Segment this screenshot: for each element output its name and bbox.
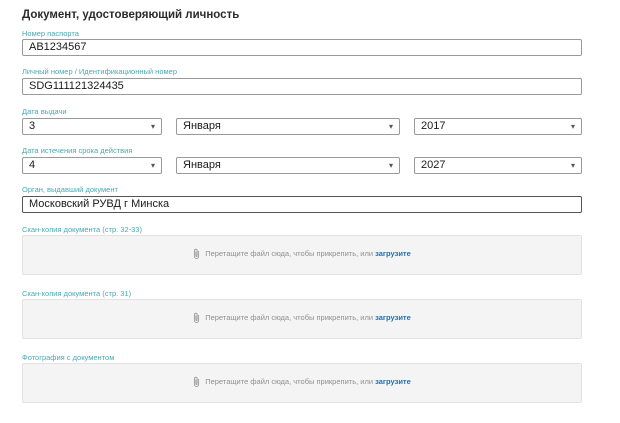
personal-number-value: SDG111121324435 <box>29 80 124 92</box>
upload-label-page-31: Скан-копия документа (стр. 31) <box>22 289 132 298</box>
issue-date-label: Дата выдачи <box>22 107 67 116</box>
dropzone-prompt: Перетащите файл сюда, чтобы прикрепить, … <box>205 248 376 258</box>
expiry-day-select[interactable]: 4 ▾ <box>22 157 162 174</box>
issuing-authority-input[interactable]: Московский РУВД г Минска <box>22 196 582 213</box>
paperclip-icon <box>194 248 200 259</box>
dropzone-prompt: Перетащите файл сюда, чтобы прикрепить, … <box>205 376 376 386</box>
upload-link[interactable]: загрузите <box>375 313 411 322</box>
paperclip-icon <box>194 376 200 387</box>
personal-number-label: Личный номер / Идентификационный номер <box>22 67 177 76</box>
issue-year-select[interactable]: 2017 ▾ <box>414 118 582 135</box>
expiry-month-value: Января <box>183 159 221 171</box>
dropzone-photo[interactable]: Перетащите файл сюда, чтобы прикрепить, … <box>22 363 582 403</box>
expiry-year-value: 2027 <box>421 159 446 171</box>
expiry-month-select[interactable]: Января ▾ <box>176 157 400 174</box>
issuing-authority-label: Орган, выдавший документ <box>22 185 118 194</box>
paperclip-icon <box>194 312 200 323</box>
issue-month-value: Января <box>183 120 221 132</box>
caret-down-icon: ▾ <box>570 161 575 170</box>
passport-number-label: Номер паспорта <box>22 29 79 38</box>
issuing-authority-value: Московский РУВД г Минска <box>29 198 170 210</box>
passport-number-input[interactable]: AB1234567 <box>22 39 582 56</box>
dropzone-prompt: Перетащите файл сюда, чтобы прикрепить, … <box>205 312 376 322</box>
upload-label-photo: Фотография с документом <box>22 353 115 362</box>
issue-day-value: 3 <box>29 120 36 132</box>
issue-day-select[interactable]: 3 ▾ <box>22 118 162 135</box>
caret-down-icon: ▾ <box>150 122 155 131</box>
issue-year-value: 2017 <box>421 120 446 132</box>
upload-link[interactable]: загрузите <box>375 249 411 258</box>
passport-number-value: AB1234567 <box>29 41 87 53</box>
personal-number-input[interactable]: SDG111121324435 <box>22 78 582 95</box>
expiry-date-label: Дата истечения срока действия <box>22 146 133 155</box>
section-title: Документ, удостоверяющий личность <box>22 9 240 21</box>
dropzone-page-31[interactable]: Перетащите файл сюда, чтобы прикрепить, … <box>22 299 582 339</box>
caret-down-icon: ▾ <box>388 122 393 131</box>
dropzone-pages-32-33[interactable]: Перетащите файл сюда, чтобы прикрепить, … <box>22 235 582 275</box>
caret-down-icon: ▾ <box>570 122 575 131</box>
caret-down-icon: ▾ <box>150 161 155 170</box>
upload-label-pages-32-33: Скан-копия документа (стр. 32-33) <box>22 225 142 234</box>
issue-month-select[interactable]: Января ▾ <box>176 118 400 135</box>
upload-link[interactable]: загрузите <box>375 377 411 386</box>
expiry-day-value: 4 <box>29 159 36 171</box>
caret-down-icon: ▾ <box>388 161 393 170</box>
expiry-year-select[interactable]: 2027 ▾ <box>414 157 582 174</box>
